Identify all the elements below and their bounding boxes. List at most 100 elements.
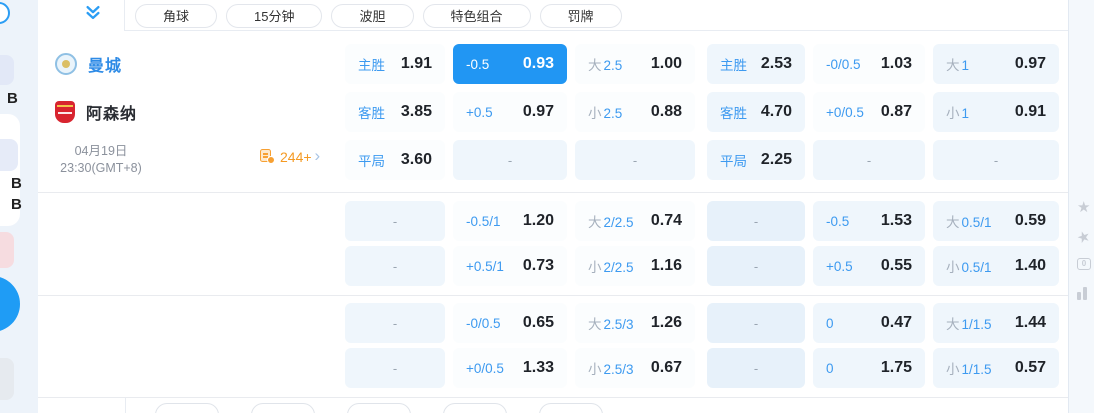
odds-label-prefix: 小: [946, 362, 960, 377]
odds-cell[interactable]: -0/0.5 1.03: [813, 44, 925, 84]
odds-value: 1.20: [522, 212, 554, 229]
odds-cell[interactable]: 0 1.75: [813, 348, 925, 388]
odds-value: 3.60: [400, 151, 432, 168]
sidebar-letter: B: [11, 196, 22, 213]
sidebar-nav-pill[interactable]: [0, 55, 14, 85]
odds-value: 1.33: [522, 359, 554, 376]
odds-row: - -0/0.5 0.65 大 2.5/3 1.26-0 0.47 大 1/1.5 1.44: [345, 303, 1059, 343]
tab-corner-kick[interactable]: 角球: [135, 3, 218, 28]
odds-cell[interactable]: 小 2.5/3 0.67: [575, 348, 695, 388]
odds-cell-empty: -: [575, 140, 695, 180]
favorite-star-icon[interactable]: ★: [1077, 200, 1094, 216]
odds-value: 0.93: [522, 55, 554, 72]
odds-label-prefix: 大: [588, 215, 602, 230]
odds-cell[interactable]: 小 2.5 0.88: [575, 92, 695, 132]
odds-cell[interactable]: 客胜 3.85: [345, 92, 445, 132]
bottom-tab-pill[interactable]: [347, 403, 411, 413]
sidebar-action-button[interactable]: [0, 276, 20, 332]
odds-value: 1.91: [400, 55, 432, 72]
odds-cell[interactable]: 大 2.5 1.00: [575, 44, 695, 84]
odds-cell[interactable]: 主胜 1.91: [345, 44, 445, 84]
tab-special-combo[interactable]: 特色组合: [422, 3, 531, 28]
stats-icon[interactable]: [1077, 287, 1094, 303]
odds-row: 主胜 1.91 -0.5 0.93 大 2.5 1.00 主胜 2.53 -0/0.5 1.03 大 1…: [345, 44, 1059, 84]
odds-cell-empty: -: [345, 348, 445, 388]
odds-cell[interactable]: +0.5 0.55: [813, 246, 925, 286]
odds-cell[interactable]: 小 2/2.5 1.16: [575, 246, 695, 286]
empty-odds-dash: -: [866, 152, 872, 168]
sidebar-circle-icon[interactable]: [0, 2, 10, 24]
odds-label: 大 2/2.5: [588, 215, 634, 230]
odds-cell[interactable]: +0/0.5 0.87: [813, 92, 925, 132]
pin-icon[interactable]: ★: [1075, 226, 1094, 247]
odds-cell[interactable]: 大 2/2.5 0.74: [575, 201, 695, 241]
collapse-button[interactable]: [38, 0, 125, 31]
odds-cell[interactable]: 小 0.5/1 1.40: [933, 246, 1059, 286]
odds-value: 0.59: [1014, 212, 1046, 229]
away-team-row[interactable]: 阿森纳: [38, 92, 345, 132]
odds-value: 0.57: [1014, 359, 1046, 376]
sidebar-letter: B: [7, 90, 18, 107]
tab-15-minutes[interactable]: 15分钟: [226, 3, 323, 28]
match-datetime: 04月19日 23:30(GMT+8): [40, 143, 162, 177]
odds-cell-empty: -: [345, 246, 445, 286]
empty-odds-dash: -: [392, 315, 398, 331]
match-date-line1: 04月19日: [74, 144, 128, 158]
odds-label: 0: [826, 315, 834, 331]
odds-cell[interactable]: -0.5/1 1.20: [453, 201, 567, 241]
odds-cell[interactable]: 客胜 4.70: [707, 92, 805, 132]
odds-cell[interactable]: -0.5 0.93: [453, 44, 567, 84]
odds-label-prefix: 小: [588, 362, 602, 377]
empty-label-column: [38, 201, 345, 286]
odds-cell-empty: -: [707, 348, 805, 388]
sidebar-nav-pill[interactable]: [0, 139, 18, 171]
home-team-name: 曼城: [88, 58, 123, 75]
odds-cell-empty: -: [345, 303, 445, 343]
empty-odds-dash: -: [753, 315, 759, 331]
odds-cell-empty: -: [813, 140, 925, 180]
odds-cell[interactable]: 大 1/1.5 1.44: [933, 303, 1059, 343]
odds-cell[interactable]: 主胜 2.53: [707, 44, 805, 84]
odds-value: 0.65: [522, 314, 554, 331]
bottom-tab-pill[interactable]: [251, 403, 315, 413]
odds-cell[interactable]: 平局 2.25: [707, 140, 805, 180]
odds-label: 小1: [946, 106, 970, 121]
odds-label: 小 1/1.5: [946, 362, 992, 377]
empty-odds-dash: -: [753, 360, 759, 376]
odds-cell-empty: -: [707, 246, 805, 286]
odds-cell[interactable]: 大 0.5/1 0.59: [933, 201, 1059, 241]
more-markets-link[interactable]: 244+ ›: [260, 147, 320, 165]
left-sidebar-sliver: B B B: [0, 0, 38, 413]
live-video-icon[interactable]: 0: [1077, 258, 1094, 274]
right-utility-rail: ★ ★ 0: [1068, 0, 1094, 413]
empty-odds-dash: -: [753, 213, 759, 229]
odds-cell[interactable]: 大 2.5/3 1.26: [575, 303, 695, 343]
odds-value: 0.47: [880, 314, 912, 331]
home-team-row[interactable]: 曼城: [38, 44, 345, 84]
odds-label-prefix: 小: [588, 260, 602, 275]
match-meta-row: 04月19日 23:30(GMT+8) 244+ ›: [38, 140, 345, 180]
odds-cell[interactable]: +0/0.5 1.33: [453, 348, 567, 388]
sidebar-nav-pill-gray[interactable]: [0, 358, 14, 400]
arsenal-logo-icon: [55, 101, 75, 123]
odds-cell[interactable]: +0.5 0.97: [453, 92, 567, 132]
bottom-tab-pill[interactable]: [443, 403, 507, 413]
odds-cell[interactable]: 小 1 0.91: [933, 92, 1059, 132]
bottom-tab-pill[interactable]: [539, 403, 603, 413]
bottom-tab-pill[interactable]: [155, 403, 219, 413]
tab-cards[interactable]: 罚牌: [539, 3, 622, 28]
odds-label: -0/0.5: [826, 56, 861, 72]
odds-cell[interactable]: 小 1/1.5 0.57: [933, 348, 1059, 388]
sidebar-nav-pill-pink[interactable]: [0, 232, 14, 268]
odds-cell[interactable]: 0 0.47: [813, 303, 925, 343]
odds-cell[interactable]: 大 1 0.97: [933, 44, 1059, 84]
odds-cell[interactable]: 平局 3.60: [345, 140, 445, 180]
odds-cell[interactable]: +0.5/1 0.73: [453, 246, 567, 286]
odds-label: -0/0.5: [466, 315, 501, 331]
odds-value: 0.91: [1014, 103, 1046, 120]
odds-cell[interactable]: -0/0.5 0.65: [453, 303, 567, 343]
odds-label: +0.5: [826, 258, 853, 274]
odds-value: 2.53: [760, 55, 792, 72]
tab-correct-score[interactable]: 波胆: [331, 3, 414, 28]
odds-cell[interactable]: -0.5 1.53: [813, 201, 925, 241]
